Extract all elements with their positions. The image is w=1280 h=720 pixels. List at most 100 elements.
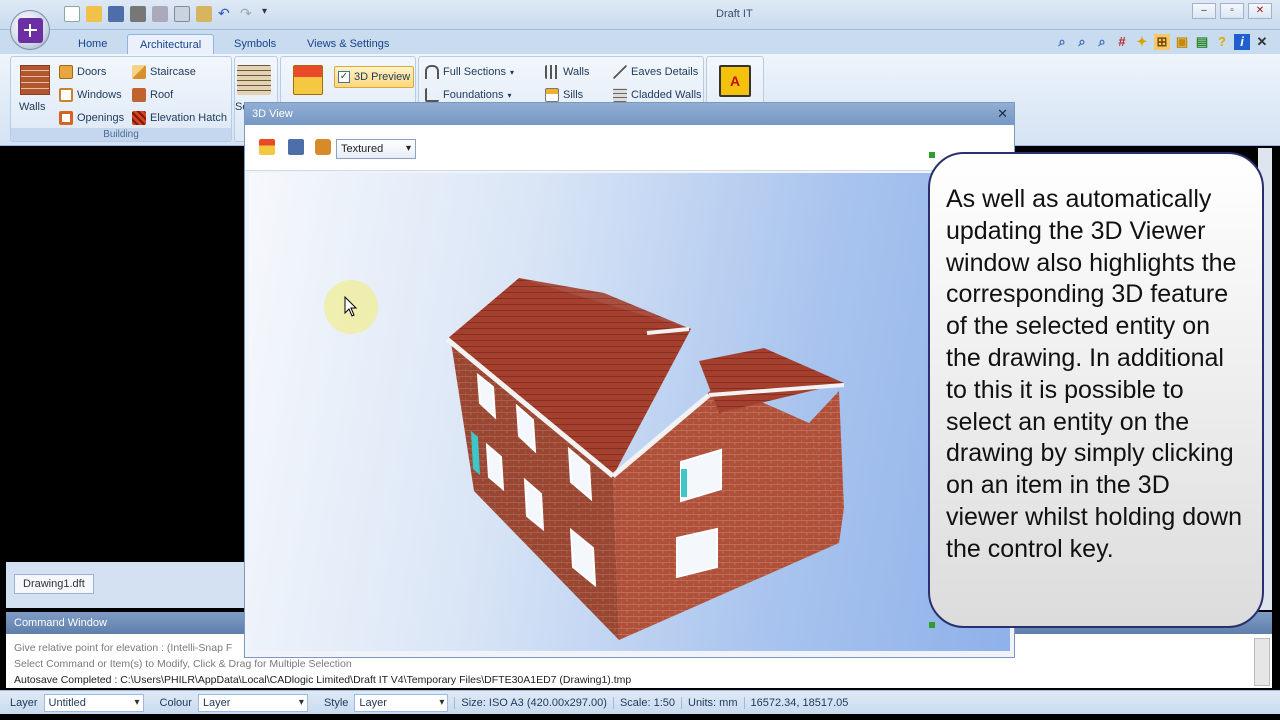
- drawing-canvas[interactable]: [6, 148, 244, 562]
- help-icon[interactable]: ?: [1214, 34, 1230, 50]
- opening-icon: [59, 111, 73, 125]
- staircase-button[interactable]: Staircase: [132, 65, 196, 79]
- info-icon[interactable]: i: [1234, 34, 1250, 50]
- lock-icon[interactable]: ▣: [1174, 34, 1190, 50]
- close-ribbon-icon[interactable]: ✕: [1254, 34, 1270, 50]
- save-view-icon[interactable]: [288, 139, 304, 155]
- section-walls-label: Walls: [563, 66, 590, 78]
- status-bar: Layer Untitled Colour Layer Style Layer …: [0, 690, 1280, 714]
- quick-access-toolbar: ↶ ↷ ▾: [64, 6, 278, 22]
- window-controls: – ▫ ✕: [1192, 3, 1272, 19]
- colour-label: Colour: [159, 696, 192, 709]
- 3d-preview-checkbox[interactable]: ✓: [338, 71, 350, 83]
- staircase-label: Staircase: [150, 66, 196, 78]
- redo-icon[interactable]: ↷: [240, 6, 256, 22]
- door-icon: [59, 65, 73, 79]
- minimize-button[interactable]: –: [1192, 3, 1216, 19]
- document-tab-drawing1[interactable]: Drawing1.dft: [14, 574, 94, 594]
- doors-label: Doors: [77, 66, 107, 78]
- app-logo-icon: [18, 18, 43, 43]
- layer-select[interactable]: Untitled: [43, 693, 144, 712]
- zoom-out-icon[interactable]: ⌕: [1074, 34, 1090, 50]
- tab-views-settings[interactable]: Views & Settings: [295, 34, 401, 54]
- 3d-view-title: 3D View: [252, 108, 293, 120]
- cut-icon[interactable]: [152, 6, 168, 22]
- restore-button[interactable]: ▫: [1220, 3, 1244, 19]
- sills-icon: [545, 88, 559, 102]
- sills-button[interactable]: Sills: [545, 88, 583, 102]
- foundations-label: Foundations: [443, 89, 504, 101]
- ribbon-right-tools: ⌕ ⌕ ⌕ # ✦ ⊞ ▣ ▤ ? i ✕: [1054, 34, 1270, 50]
- doors-button[interactable]: Doors: [59, 65, 106, 79]
- section-walls-button[interactable]: Walls: [545, 65, 589, 79]
- 3d-viewport[interactable]: [249, 173, 1010, 651]
- full-sections-icon: [425, 65, 439, 79]
- reset-view-house-icon[interactable]: [259, 139, 275, 155]
- zoom-window-icon[interactable]: ⌕: [1054, 34, 1070, 50]
- drawing-units: Units: mm: [681, 696, 744, 709]
- eaves-details-icon: [613, 65, 627, 79]
- windows-button[interactable]: Windows: [59, 88, 122, 102]
- section-hatch-icon[interactable]: [237, 65, 271, 95]
- drawing-scale: Scale: 1:50: [612, 696, 681, 709]
- paste-icon[interactable]: [196, 6, 212, 22]
- ortho-icon[interactable]: ⊞: [1154, 34, 1170, 50]
- cladded-walls-button[interactable]: Cladded Walls: [613, 88, 702, 102]
- layer-label: Layer: [10, 696, 38, 709]
- tab-symbols[interactable]: Symbols: [222, 34, 288, 54]
- foundations-button[interactable]: Foundations ▾: [425, 88, 512, 102]
- undo-icon[interactable]: ↶: [218, 6, 234, 22]
- tab-home[interactable]: Home: [66, 34, 119, 54]
- selection-handle[interactable]: [929, 152, 935, 158]
- customize-qat-icon[interactable]: ▾: [262, 6, 278, 22]
- roof-button[interactable]: Roof: [132, 88, 173, 102]
- walls-button[interactable]: Walls: [19, 101, 45, 113]
- zoom-in-icon[interactable]: ⌕: [1094, 34, 1110, 50]
- openings-label: Openings: [77, 112, 125, 124]
- print-icon[interactable]: [130, 6, 146, 22]
- house-model[interactable]: [249, 173, 1010, 651]
- house-preview-icon[interactable]: [293, 65, 323, 95]
- walls-brick-icon[interactable]: [20, 65, 50, 95]
- colour-select[interactable]: Layer: [197, 693, 308, 712]
- application-menu-button[interactable]: [10, 10, 50, 50]
- snap-icon[interactable]: ✦: [1134, 34, 1150, 50]
- close-window-button[interactable]: ✕: [1248, 3, 1272, 19]
- cladded-walls-label: Cladded Walls: [631, 89, 702, 101]
- eaves-details-button[interactable]: Eaves Details: [613, 65, 698, 79]
- elevation-hatch-label: Elevation Hatch: [150, 112, 228, 124]
- save-icon[interactable]: [108, 6, 124, 22]
- render-mode-select[interactable]: Textured: [336, 139, 416, 159]
- export-model-icon[interactable]: [315, 139, 331, 155]
- 3d-view-title-bar[interactable]: 3D View ✕: [245, 103, 1014, 125]
- full-sections-label: Full Sections: [443, 66, 506, 78]
- new-file-icon[interactable]: [64, 6, 80, 22]
- sills-label: Sills: [563, 89, 584, 101]
- style-select[interactable]: Layer: [354, 693, 449, 712]
- cursor-coordinates: 16572.34, 18517.05: [743, 696, 855, 709]
- roof-label: Roof: [150, 89, 174, 101]
- elevation-hatch-button[interactable]: Elevation Hatch: [132, 111, 227, 125]
- selection-handle[interactable]: [929, 622, 935, 628]
- window-glass: [681, 469, 687, 497]
- mouse-cursor-icon: [344, 296, 358, 317]
- copy-icon[interactable]: [174, 6, 190, 22]
- full-sections-button[interactable]: Full Sections ▾: [425, 65, 514, 79]
- tab-architectural[interactable]: Architectural: [127, 34, 215, 54]
- open-folder-icon[interactable]: [86, 6, 102, 22]
- 3d-preview-toggle[interactable]: ✓ 3D Preview: [334, 66, 414, 88]
- extension-roof: [699, 348, 844, 413]
- roof-icon: [132, 88, 146, 102]
- export-icon[interactable]: ▤: [1194, 34, 1210, 50]
- grid-icon[interactable]: #: [1114, 34, 1130, 50]
- 3d-view-close-button[interactable]: ✕: [997, 103, 1008, 125]
- section-walls-icon: [545, 65, 559, 79]
- document-tab-strip: Drawing1.dft: [6, 562, 244, 608]
- eaves-details-label: Eaves Details: [631, 66, 699, 78]
- foundations-dropdown-icon: ▾: [507, 90, 512, 100]
- abc-text-icon[interactable]: A: [719, 65, 751, 97]
- openings-button[interactable]: Openings: [59, 111, 124, 125]
- command-scrollbar[interactable]: [1254, 638, 1270, 686]
- elevation-hatch-icon: [132, 111, 146, 125]
- 3d-view-toolbar: Textured: [245, 125, 1014, 171]
